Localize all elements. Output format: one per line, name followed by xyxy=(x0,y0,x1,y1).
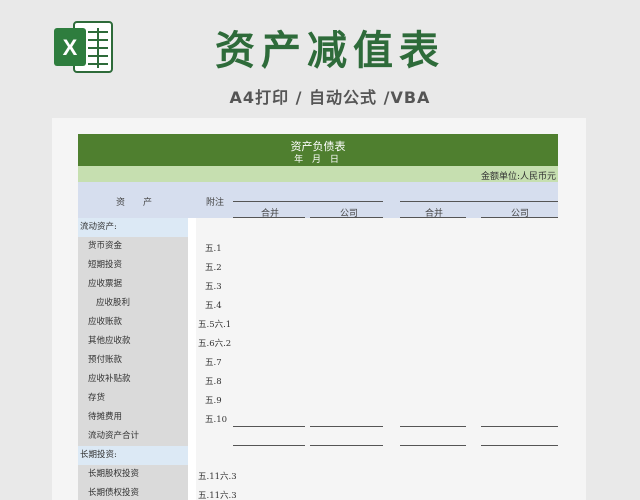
row-note: 五.6六.2 xyxy=(198,339,232,349)
row-label: 其他应收款 xyxy=(78,332,188,351)
row-note: 五.1 xyxy=(205,244,222,254)
row-label: 应收股利 xyxy=(78,294,188,313)
sheet-title-band: 资产负债表 年 月 日 xyxy=(78,134,558,166)
row-label: 存货 xyxy=(78,389,188,408)
column-separator xyxy=(188,218,196,500)
header-group-line-1 xyxy=(233,201,383,202)
subtotal-line xyxy=(400,445,466,446)
row-note: 五.8 xyxy=(205,377,222,387)
sheet-body: 流动资产: 货币资金 五.1 短期投资 五.2 应收票据 五.3 应收股利 五.4 应收账款 五.5… xyxy=(78,218,558,500)
spreadsheet-preview: 资产负债表 年 月 日 金额单位:人民币元 资 产 附注 合并 公司 合并 公司… xyxy=(52,118,586,500)
row-note: 五.5六.1 xyxy=(198,320,232,330)
row-label: 流动资产合计 xyxy=(78,427,188,446)
row-note: 五.2 xyxy=(205,263,222,273)
row-note: 五.11六.3 xyxy=(198,472,237,482)
sheet-date-line: 年 月 日 xyxy=(294,155,342,165)
subtotal-line xyxy=(310,426,383,427)
page-subtitle: A4打印 / 自动公式 /VBA xyxy=(229,88,431,107)
row-label: 长期股权投资 xyxy=(78,465,188,484)
row-note: 五.9 xyxy=(205,396,222,406)
subtotal-line xyxy=(400,426,466,427)
page-title: 资产减值表 xyxy=(215,28,445,74)
header-note: 附注 xyxy=(206,198,225,208)
row-note: 五.3 xyxy=(205,282,222,292)
excel-logo-icon: X xyxy=(54,21,113,73)
subtotal-line xyxy=(481,426,558,427)
row-note: 五.7 xyxy=(205,358,222,368)
currency-unit: 金额单位:人民币元 xyxy=(480,172,556,182)
row-note: 五.10 xyxy=(205,415,228,425)
row-label: 应收账款 xyxy=(78,313,188,332)
excel-logo-letter: X xyxy=(63,35,78,60)
row-label: 待摊费用 xyxy=(78,408,188,427)
row-label: 短期投资 xyxy=(78,256,188,275)
header-group-line-2 xyxy=(400,201,558,202)
row-note: 五.4 xyxy=(205,301,222,311)
column-header: 资 产 附注 合并 公司 合并 公司 xyxy=(78,182,558,219)
row-label: 长期投资: xyxy=(78,446,188,465)
unit-band: 金额单位:人民币元 xyxy=(78,166,558,182)
header-asset: 资 产 xyxy=(116,198,153,208)
row-label: 流动资产: xyxy=(78,218,188,237)
subtotal-line xyxy=(233,445,305,446)
subtotal-line xyxy=(310,445,383,446)
row-note: 五.11六.3 xyxy=(198,491,237,500)
subtotal-line xyxy=(481,445,558,446)
banner: X 资产减值表 A4打印 / 自动公式 /VBA xyxy=(0,0,640,118)
row-label: 应收补贴款 xyxy=(78,370,188,389)
row-label: 货币资金 xyxy=(78,237,188,256)
row-label: 长期债权投资 xyxy=(78,484,188,500)
row-label: 应收票据 xyxy=(78,275,188,294)
subtotal-line xyxy=(233,426,305,427)
row-label: 预付账款 xyxy=(78,351,188,370)
